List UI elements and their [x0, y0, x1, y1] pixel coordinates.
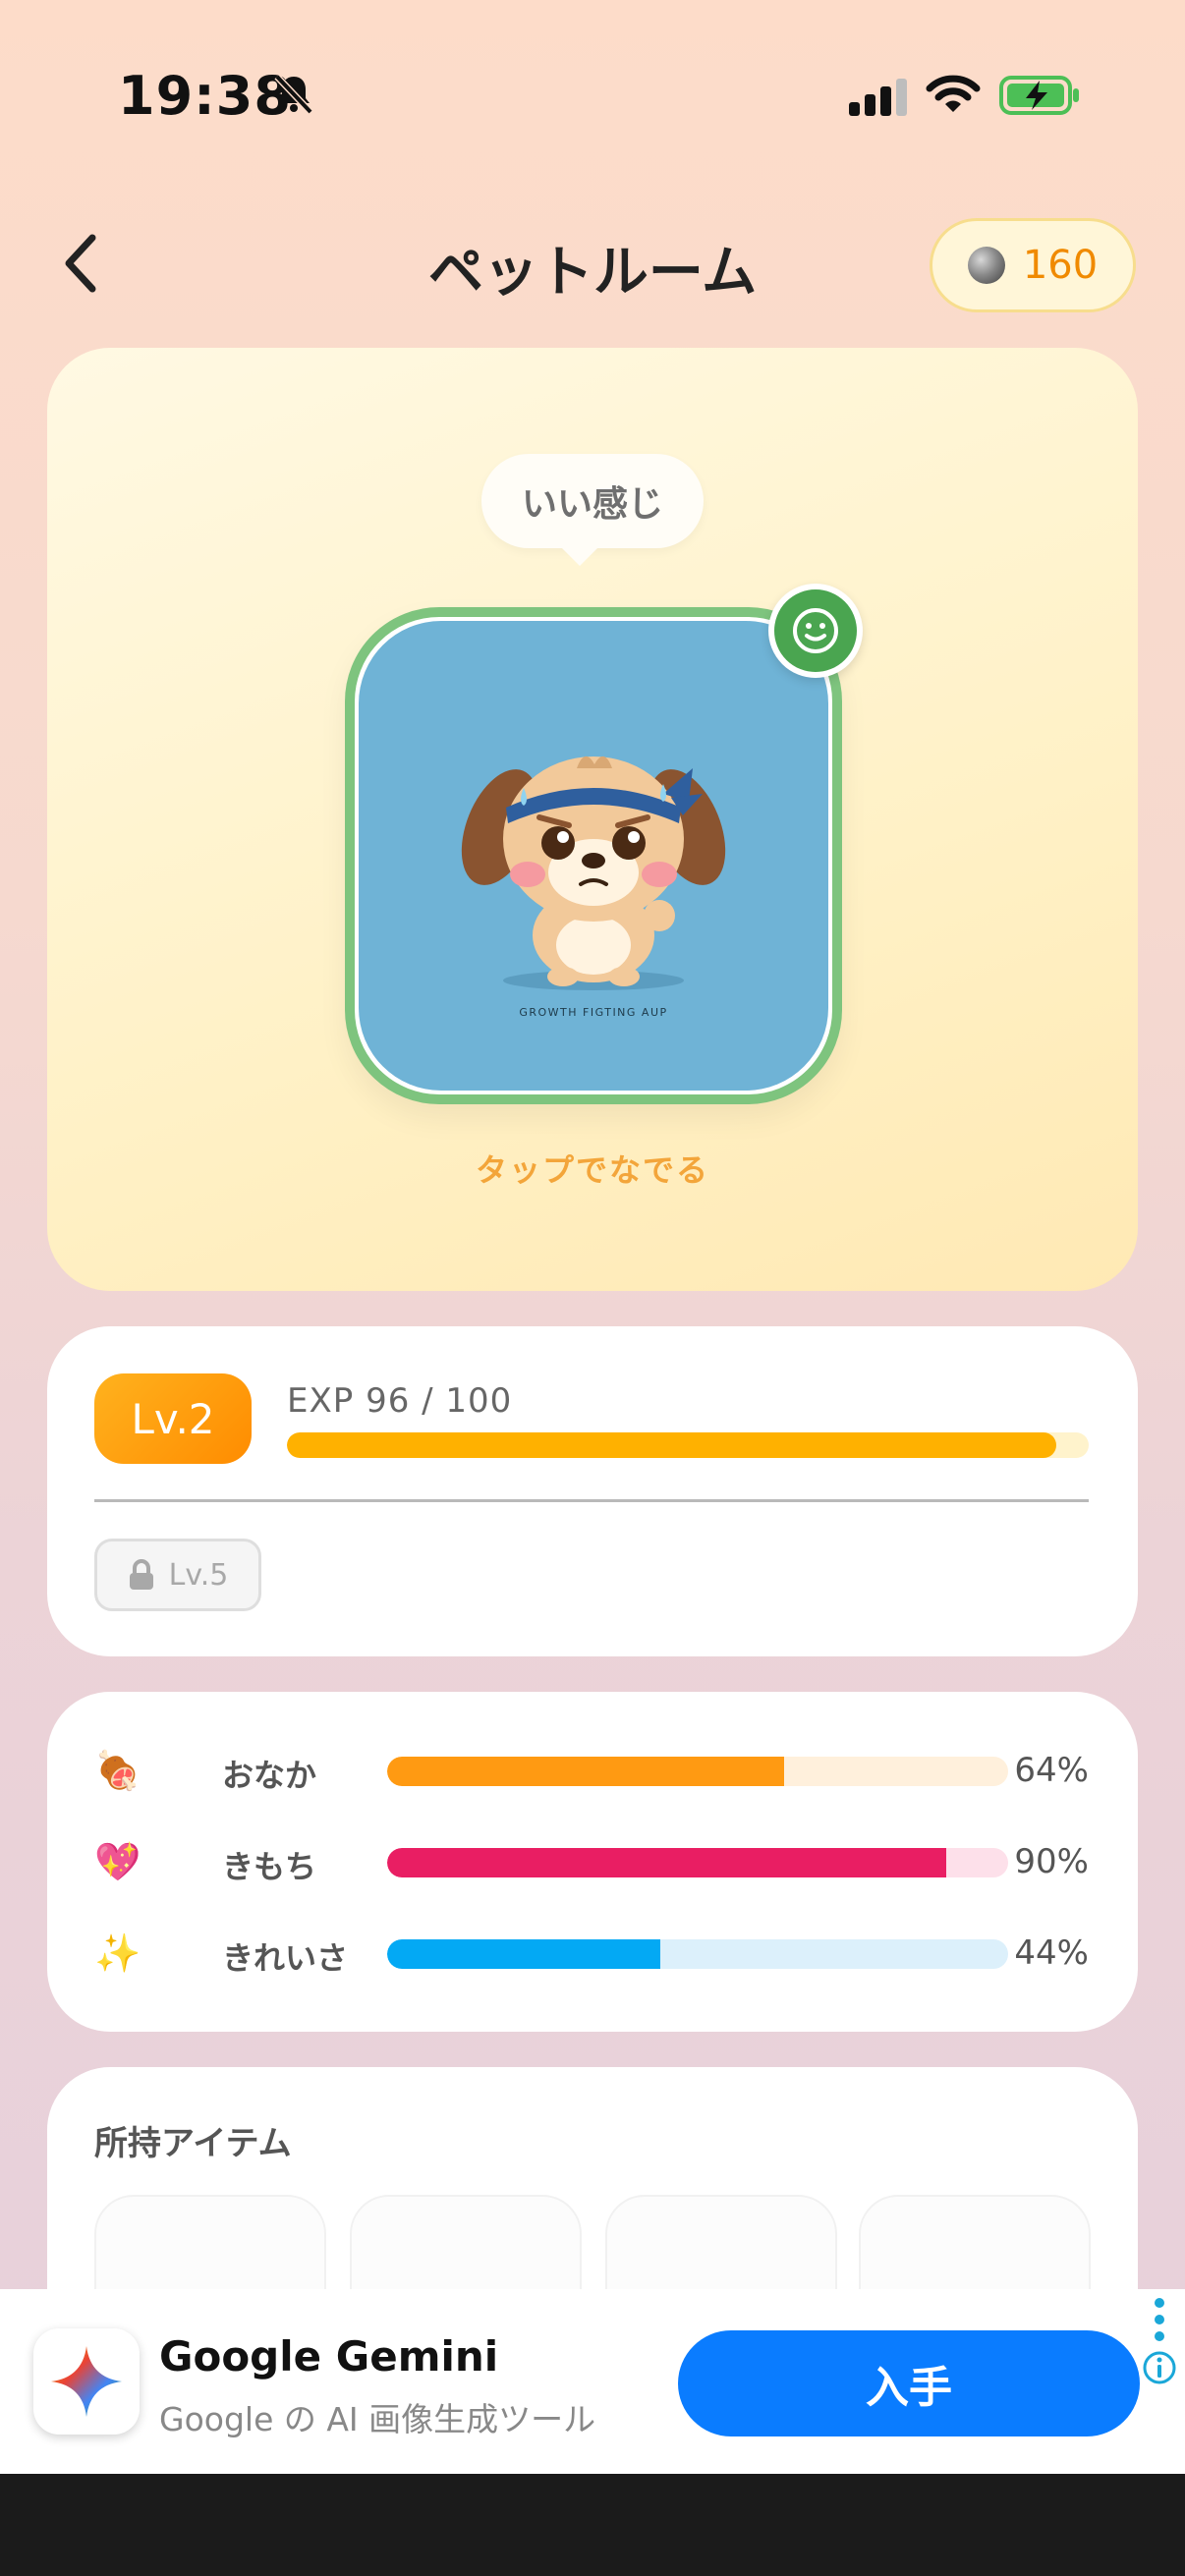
ad-app-icon[interactable]	[33, 2328, 140, 2435]
pet-image-caption: GROWTH FIGTING AUP	[519, 1006, 667, 1019]
cellular-signal-icon	[849, 79, 907, 116]
sparkling-heart-icon: 💖	[94, 1840, 141, 1883]
ad-subtitle: Google の AI 画像生成ツール	[159, 2400, 596, 2438]
stat-track	[387, 1939, 1008, 1969]
divider	[94, 1499, 1089, 1502]
bell-slash-icon	[274, 74, 313, 115]
stat-value: 44%	[1014, 1933, 1089, 1973]
home-indicator-area	[0, 2474, 1185, 2576]
ad-banner[interactable]: Google Gemini Google の AI 画像生成ツール 入手	[0, 2289, 1185, 2474]
stat-value: 90%	[1014, 1842, 1089, 1881]
stat-row-hunger: 🍖 おなか 64%	[94, 1741, 1089, 1800]
dog-illustration: GROWTH FIGTING AUP	[461, 756, 726, 1019]
info-icon[interactable]	[1142, 2350, 1177, 2385]
pet-portrait[interactable]: GROWTH FIGTING AUP	[345, 607, 842, 1104]
ad-title: Google Gemini	[159, 2332, 499, 2380]
level-badge: Lv.2	[94, 1373, 252, 1464]
level-card: Lv.2 EXP 96 / 100 Lv.5	[47, 1326, 1138, 1656]
exp-label: EXP 96 / 100	[287, 1381, 513, 1421]
items-title: 所持アイテム	[94, 2124, 292, 2163]
exp-progress-bar	[287, 1432, 1089, 1458]
status-time: 19:38	[118, 65, 292, 127]
stat-row-cleanliness: ✨ きれいさ 44%	[94, 1924, 1089, 1983]
stat-track	[387, 1848, 1008, 1877]
ad-get-button[interactable]: 入手	[678, 2330, 1140, 2436]
exp-progress-fill	[287, 1432, 1057, 1458]
locked-level-label: Lv.5	[168, 1557, 229, 1593]
wifi-icon	[926, 75, 981, 112]
stat-label: きもち	[222, 1848, 317, 1885]
status-bar: 19:38	[0, 0, 1185, 187]
stat-label: きれいさ	[222, 1939, 349, 1977]
lock-icon	[129, 1559, 153, 1590]
gemini-sparkle-icon	[51, 2346, 122, 2417]
pet-image[interactable]: GROWTH FIGTING AUP	[359, 621, 828, 1091]
stat-row-mood: 💖 きもち 90%	[94, 1832, 1089, 1891]
locked-level-chip: Lv.5	[94, 1539, 261, 1611]
vertical-dots-icon[interactable]	[1152, 2297, 1167, 2342]
coin-icon	[967, 247, 1005, 284]
pet-speech-bubble: いい感じ	[481, 454, 704, 548]
smiley-face-icon	[793, 608, 838, 653]
stat-label: おなか	[222, 1757, 317, 1794]
coin-balance[interactable]: 160	[930, 218, 1136, 312]
sparkles-icon: ✨	[94, 1932, 141, 1975]
mood-badge	[768, 584, 863, 678]
stat-track	[387, 1757, 1008, 1786]
stat-fill	[387, 1757, 785, 1786]
stat-value: 64%	[1014, 1751, 1089, 1790]
battery-charging-icon	[999, 76, 1079, 115]
tap-hint: タップでなでる	[475, 1151, 709, 1189]
meat-icon: 🍖	[94, 1749, 141, 1792]
speech-bubble-tail	[558, 544, 601, 566]
pet-card: いい感じ GROWTH FIGTING AUP タップでなでる	[47, 348, 1138, 1291]
stats-card: 🍖 おなか 64% 💖 きもち 90% ✨ きれいさ 44%	[47, 1692, 1138, 2032]
coin-count: 160	[1022, 243, 1099, 288]
stat-fill	[387, 1939, 661, 1969]
stat-fill	[387, 1848, 946, 1877]
